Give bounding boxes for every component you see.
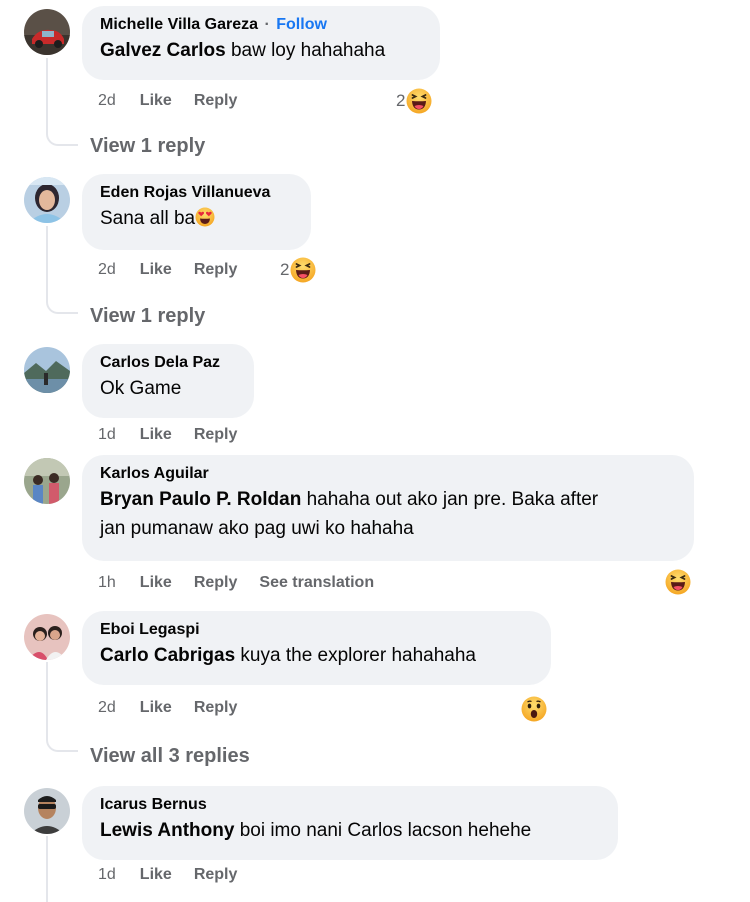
view-replies-link[interactable]: View all 3 replies <box>90 744 250 768</box>
avatar-image <box>24 177 70 223</box>
comment-bubble: Karlos Aguilar Bryan Paulo P. Roldan hah… <box>82 455 694 561</box>
timestamp[interactable]: 1d <box>98 426 116 444</box>
follow-button[interactable]: Follow <box>276 16 327 33</box>
comment-author[interactable]: Icarus Bernus <box>100 795 602 815</box>
comment-author[interactable]: Carlos Dela Paz <box>100 353 238 373</box>
reply-button[interactable]: Reply <box>194 574 238 592</box>
avatar[interactable] <box>24 458 70 504</box>
comment-actions: 1h Like Reply See translation <box>98 572 396 594</box>
like-button[interactable]: Like <box>140 92 172 110</box>
comment-text: Ok Game <box>100 378 182 399</box>
avatar[interactable] <box>24 614 70 660</box>
heart-eyes-emoji-icon <box>195 207 215 227</box>
comment-text: Bryan Paulo P. Roldan hahaha out ako jan… <box>100 485 678 543</box>
comment-text: Sana all ba <box>100 204 295 233</box>
reply-button[interactable]: Reply <box>194 261 238 279</box>
thread-line <box>46 58 48 130</box>
thread-line <box>46 662 48 736</box>
comment-author[interactable]: Eden Rojas Villanueva <box>100 183 295 203</box>
laughing-emoji-icon <box>290 257 316 283</box>
comment-body: baw loy hahahaha <box>225 40 386 61</box>
comment-body: boi imo nani Carlos lacson hehehe <box>234 820 532 841</box>
avatar-image <box>24 458 70 504</box>
mention-link[interactable]: Carlo Cabrigas <box>100 645 235 666</box>
comment-bubble: Eden Rojas Villanueva Sana all ba <box>82 174 311 250</box>
avatar-image <box>24 9 70 55</box>
timestamp[interactable]: 2d <box>98 92 116 110</box>
mention-link[interactable]: Galvez Carlos <box>100 40 226 61</box>
avatar[interactable] <box>24 177 70 223</box>
timestamp[interactable]: 1h <box>98 574 116 592</box>
avatar-image <box>24 347 70 393</box>
avatar[interactable] <box>24 347 70 393</box>
avatar[interactable] <box>24 9 70 55</box>
like-button[interactable]: Like <box>140 866 172 884</box>
comment-text: Galvez Carlos baw loy hahahaha <box>100 36 424 65</box>
comment-body: hahaha out ako jan pre. Baka after <box>301 489 599 510</box>
like-button[interactable]: Like <box>140 261 172 279</box>
avatar-image <box>24 614 70 660</box>
reaction-count: 2 <box>396 91 406 110</box>
comment-text: Lewis Anthony boi imo nani Carlos lacson… <box>100 816 602 845</box>
comment-bubble: Carlos Dela Paz Ok Game <box>82 344 254 418</box>
avatar[interactable] <box>24 788 70 834</box>
timestamp[interactable]: 2d <box>98 261 116 279</box>
comment-body: Sana all ba <box>100 208 196 229</box>
comment-body: kuya the explorer hahahaha <box>235 645 476 666</box>
comment-text-line: jan pumanaw ako pag uwi ko hahaha <box>100 518 414 539</box>
timestamp[interactable]: 1d <box>98 866 116 884</box>
reply-button[interactable]: Reply <box>194 699 238 717</box>
like-button[interactable]: Like <box>140 699 172 717</box>
thread-connector <box>46 296 78 314</box>
comment-author[interactable]: Michelle Villa Gareza <box>100 16 258 33</box>
comment-bubble: Icarus Bernus Lewis Anthony boi imo nani… <box>82 786 618 860</box>
see-translation-link[interactable]: See translation <box>259 574 374 592</box>
reaction-summary[interactable] <box>665 569 691 595</box>
comment-author[interactable]: Eboi Legaspi <box>100 620 535 640</box>
mention-link[interactable]: Lewis Anthony <box>100 820 234 841</box>
thread-connector <box>46 734 78 752</box>
avatar-image <box>24 788 70 834</box>
like-button[interactable]: Like <box>140 426 172 444</box>
reaction-count: 2 <box>280 260 290 279</box>
laughing-emoji-icon <box>406 88 432 114</box>
comment-bubble: Eboi Legaspi Carlo Cabrigas kuya the exp… <box>82 611 551 685</box>
laughing-emoji-icon <box>665 569 691 595</box>
like-button[interactable]: Like <box>140 574 172 592</box>
thread-line <box>46 226 48 298</box>
reaction-summary[interactable] <box>521 696 547 722</box>
comment-author[interactable]: Karlos Aguilar <box>100 464 678 484</box>
separator-dot: · <box>264 16 270 33</box>
thread-line <box>46 836 48 902</box>
reply-button[interactable]: Reply <box>194 92 238 110</box>
comment-actions: 2d Like Reply <box>98 697 259 719</box>
comment-bubble: Michelle Villa Gareza · Follow Galvez Ca… <box>82 6 440 80</box>
comment-actions: 1d Like Reply <box>98 424 259 446</box>
reaction-summary[interactable]: 2 <box>280 257 316 283</box>
comment-actions: 2d Like Reply <box>98 90 259 112</box>
comment-text: Carlo Cabrigas kuya the explorer hahahah… <box>100 641 535 670</box>
wow-emoji-icon <box>521 696 547 722</box>
comments-section: Michelle Villa Gareza · Follow Galvez Ca… <box>0 0 750 902</box>
comment-author-line: Michelle Villa Gareza · Follow <box>100 15 424 35</box>
reply-button[interactable]: Reply <box>194 426 238 444</box>
view-replies-link[interactable]: View 1 reply <box>90 304 205 328</box>
view-replies-link[interactable]: View 1 reply <box>90 134 205 158</box>
comment-actions: 2d Like Reply <box>98 259 259 281</box>
comment-actions: 1d Like Reply <box>98 864 259 886</box>
thread-connector <box>46 128 78 146</box>
comment-text-line: Bryan Paulo P. Roldan hahaha out ako jan… <box>100 485 678 514</box>
timestamp[interactable]: 2d <box>98 699 116 717</box>
mention-link[interactable]: Bryan Paulo P. Roldan <box>100 489 301 510</box>
reaction-summary[interactable]: 2 <box>396 88 432 114</box>
reply-button[interactable]: Reply <box>194 866 238 884</box>
